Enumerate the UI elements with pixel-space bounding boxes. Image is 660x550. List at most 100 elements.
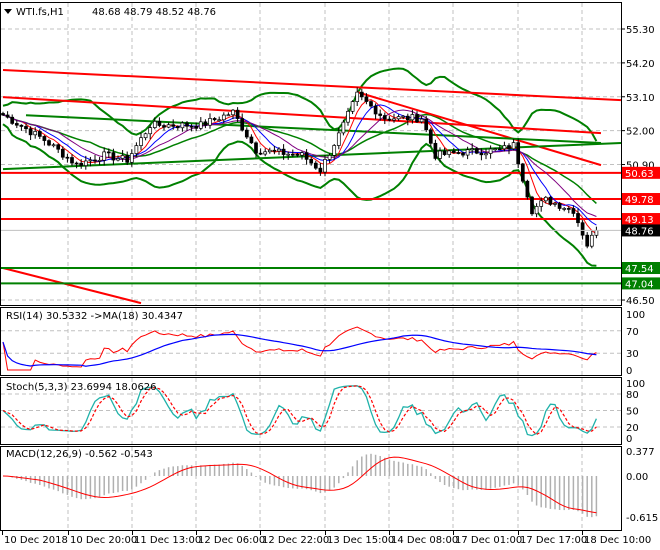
candle-body: [272, 149, 277, 152]
candle-body: [102, 151, 107, 161]
candle-body: [488, 148, 493, 154]
candle-body: [175, 126, 180, 129]
stoch-axis-label: 50: [626, 407, 639, 418]
candle-body: [249, 136, 254, 144]
rsi-axis-label: 100: [626, 310, 645, 321]
candle-body: [447, 150, 452, 155]
candle-body: [442, 150, 447, 155]
candle-body: [309, 159, 314, 164]
rsi-label: RSI(14) 30.5332 ->MA(18) 30.4347: [6, 311, 183, 322]
candle-body: [79, 162, 84, 166]
candle-body: [42, 136, 47, 141]
candle-body: [65, 156, 70, 159]
candle-body: [580, 222, 585, 236]
candle-body: [451, 150, 456, 153]
candle-body: [194, 125, 199, 129]
candle-body: [185, 122, 189, 127]
candle-body: [520, 163, 525, 182]
candle-body: [553, 203, 557, 205]
candle-body: [557, 203, 562, 209]
candle-body: [525, 180, 530, 198]
candle-body: [589, 234, 594, 247]
candle-body: [152, 121, 157, 128]
candle-body: [1, 113, 5, 116]
candle-body: [543, 196, 548, 202]
chart-window[interactable]: 10 Dec 2018 10 Dec 20:00 11 Dec 13:00 12 De…: [0, 0, 660, 550]
candle-body: [116, 158, 120, 161]
candle-body: [318, 167, 323, 173]
candle-body: [10, 116, 15, 124]
level-label: 47.54: [625, 264, 654, 275]
candle-body: [70, 157, 74, 164]
candle-body: [470, 148, 475, 151]
candle-body: [51, 144, 56, 147]
candle-body: [576, 213, 580, 224]
candle-body: [221, 114, 226, 121]
time-label: 17 Dec 01:00: [455, 535, 522, 546]
candle-body: [171, 124, 176, 127]
candle-body: [166, 124, 171, 128]
candle-body: [24, 126, 28, 130]
candle-body: [401, 115, 406, 118]
candle-body: [336, 132, 341, 146]
candle-body: [217, 119, 222, 122]
rsi-axis-label: 70: [626, 327, 639, 338]
time-label: 13 Dec 15:00: [327, 535, 394, 546]
candle-body: [148, 127, 153, 135]
candle-body: [88, 159, 93, 162]
candle-body: [106, 151, 111, 154]
chart-canvas[interactable]: 10 Dec 2018 10 Dec 20:0011 Dec 13:0012 De…: [0, 0, 660, 550]
candle-body: [465, 149, 470, 156]
candle-body: [125, 155, 130, 163]
candle-body: [37, 131, 42, 137]
candle-body: [355, 91, 360, 102]
candle-body: [281, 148, 286, 155]
candle-body: [332, 145, 337, 156]
candle-body: [378, 113, 383, 116]
candle-body: [387, 118, 392, 121]
candle-body: [189, 125, 194, 128]
price-axis-label: 52.00: [626, 127, 655, 138]
candle-body: [295, 153, 300, 156]
candle-body: [530, 196, 534, 215]
candle-body: [539, 200, 544, 207]
candle-body: [304, 152, 309, 160]
time-label: 11 Dec 13:00: [134, 535, 201, 546]
candle-body: [240, 118, 245, 131]
level-label: 49.13: [625, 215, 654, 226]
candle-body: [33, 131, 38, 136]
candle-body: [433, 142, 438, 159]
candle-body: [359, 91, 364, 98]
candle-body: [120, 155, 125, 159]
stoch-axis-label: 0: [626, 434, 632, 445]
candle-body: [235, 109, 240, 119]
level-label: 49.78: [625, 195, 654, 206]
candle-body: [479, 152, 484, 156]
candle-body: [392, 118, 396, 121]
macd-axis-label: 0.377: [626, 447, 655, 458]
candle-body: [364, 96, 369, 102]
stoch-axis-label: 100: [626, 379, 645, 390]
candle-body: [313, 162, 318, 169]
candle-body: [534, 206, 539, 215]
candle-body: [157, 121, 162, 126]
candle-body: [212, 118, 217, 121]
candle-body: [56, 144, 61, 150]
time-label: 12 Dec 06:00: [198, 535, 265, 546]
chart-ohlc: 48.68 48.79 48.52 48.76: [92, 7, 216, 18]
candle-body: [254, 142, 258, 154]
candle-body: [208, 118, 212, 126]
candle-body: [373, 105, 378, 115]
candle-body: [571, 208, 576, 214]
candle-body: [419, 118, 424, 123]
candle-body: [548, 196, 553, 205]
candle-body: [28, 128, 33, 136]
candle-body: [484, 153, 488, 156]
candle-body: [424, 118, 429, 131]
time-label: 10 Dec 2018: [4, 535, 68, 546]
candle-body: [438, 150, 442, 159]
candle-body: [83, 160, 88, 166]
candle-body: [594, 230, 599, 236]
candle-body: [143, 133, 148, 139]
chart-symbol: WTI.fs,H1: [16, 7, 64, 18]
